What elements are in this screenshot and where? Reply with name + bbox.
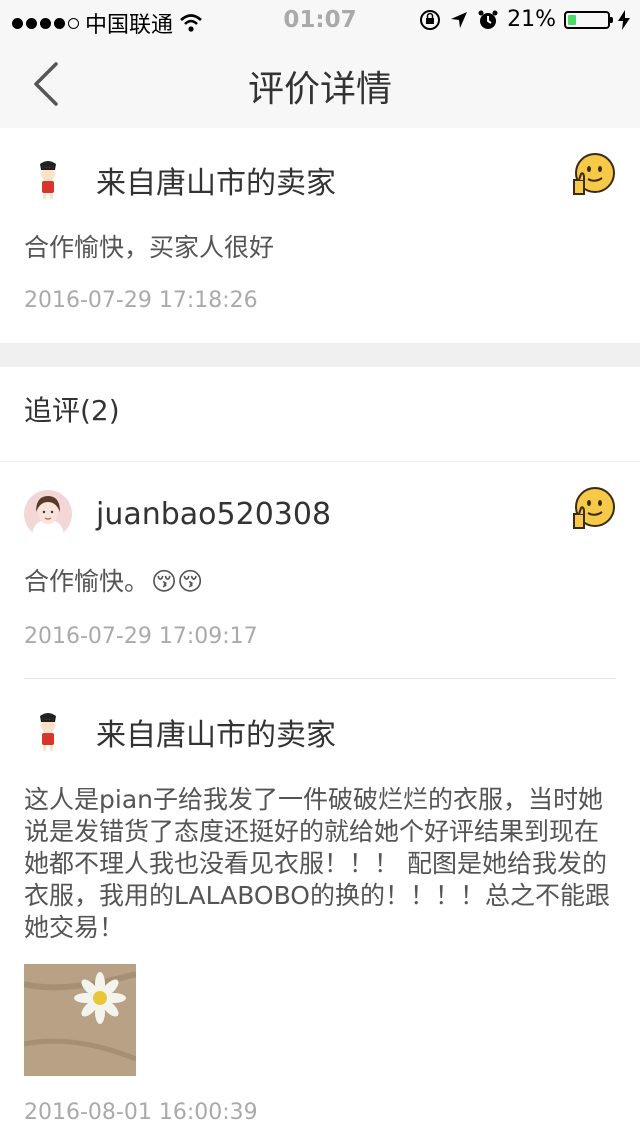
thumbs-up-emoji-icon [573, 153, 615, 195]
nav-bar: 评价详情 [0, 40, 640, 128]
page-title: 评价详情 [247, 69, 392, 110]
reviewer-name: 来自唐山市的卖家 [96, 166, 336, 201]
review-content: 这人是pian子给我发了一件破破烂烂的衣服，当时她说是发错货了态度还挺好的就给她… [24, 785, 610, 942]
review-header: 来自唐山市的卖家 [24, 156, 336, 204]
followup-list: juanbao520308 合作愉快。 😚😚 2016-07-29 17:09:… [0, 462, 640, 1136]
location-arrow-icon [451, 11, 468, 28]
original-review-card: 来自唐山市的卖家 合作愉快，买家人很好 2016-07-29 17:18:26 [0, 128, 640, 343]
thumbs-up-emoji-icon [573, 487, 615, 529]
review-time: 2016-07-29 17:18:26 [24, 288, 258, 313]
rotation-lock-icon [420, 9, 441, 30]
battery-icon [564, 10, 613, 29]
review-content: 合作愉快，买家人很好 [24, 233, 275, 262]
reviewer-name: 来自唐山市的卖家 [96, 718, 336, 753]
review-photo[interactable] [24, 964, 136, 1076]
battery-percent: 21% [507, 7, 556, 32]
cartoon-girl-icon [24, 708, 72, 756]
avatar [24, 156, 72, 204]
reviewer-name: juanbao520308 [96, 496, 332, 532]
status-bar: 中国联通 01:07 21% [0, 0, 640, 40]
divider [24, 678, 616, 679]
cartoon-girl-icon [24, 156, 72, 204]
followup-item-header: juanbao520308 [24, 490, 331, 538]
charging-bolt-icon [618, 9, 630, 30]
alarm-clock-icon [478, 10, 498, 29]
avatar [24, 708, 72, 756]
followup-item-header: 来自唐山市的卖家 [24, 708, 336, 756]
avatar [24, 490, 72, 538]
review-text: 合作愉快。 [24, 567, 150, 596]
user-photo-icon [24, 490, 72, 538]
followup-title: 追评(2) [24, 394, 120, 427]
review-content: 合作愉快。 😚😚 [24, 566, 616, 598]
clothing-photo-image [24, 964, 136, 1076]
status-right: 21% [419, 7, 630, 32]
followup-header: 追评(2) [0, 367, 640, 461]
battery-fill [568, 14, 576, 25]
kissing-face-emoji: 😚😚 [151, 567, 204, 596]
review-time: 2016-08-01 16:00:39 [24, 1100, 258, 1125]
review-time: 2016-07-29 17:09:17 [24, 624, 258, 649]
